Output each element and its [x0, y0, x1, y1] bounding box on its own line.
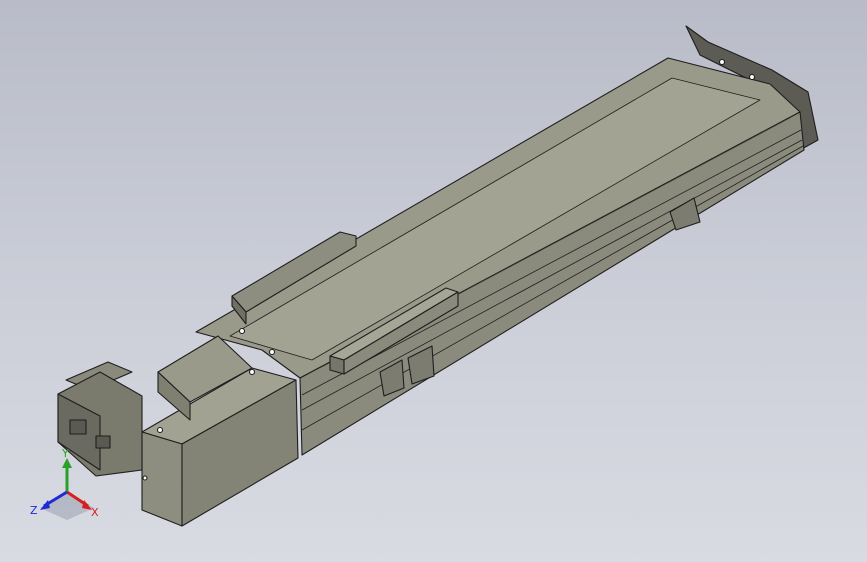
coordinate-triad: Y X Z: [30, 447, 99, 520]
motor-box-front: [141, 431, 183, 527]
hole: [142, 475, 148, 481]
y-axis-label: Y: [61, 447, 69, 460]
z-axis-label: Z: [30, 504, 38, 517]
hole: [238, 327, 246, 335]
linear-actuator-model[interactable]: [0, 0, 867, 562]
hole: [718, 58, 726, 66]
x-axis-label: X: [91, 506, 99, 519]
hole: [156, 426, 164, 434]
hole: [748, 73, 756, 81]
hole: [268, 348, 276, 356]
hole: [248, 368, 256, 376]
motor-connector: [69, 419, 87, 435]
3d-viewport[interactable]: Y X Z: [0, 0, 867, 562]
